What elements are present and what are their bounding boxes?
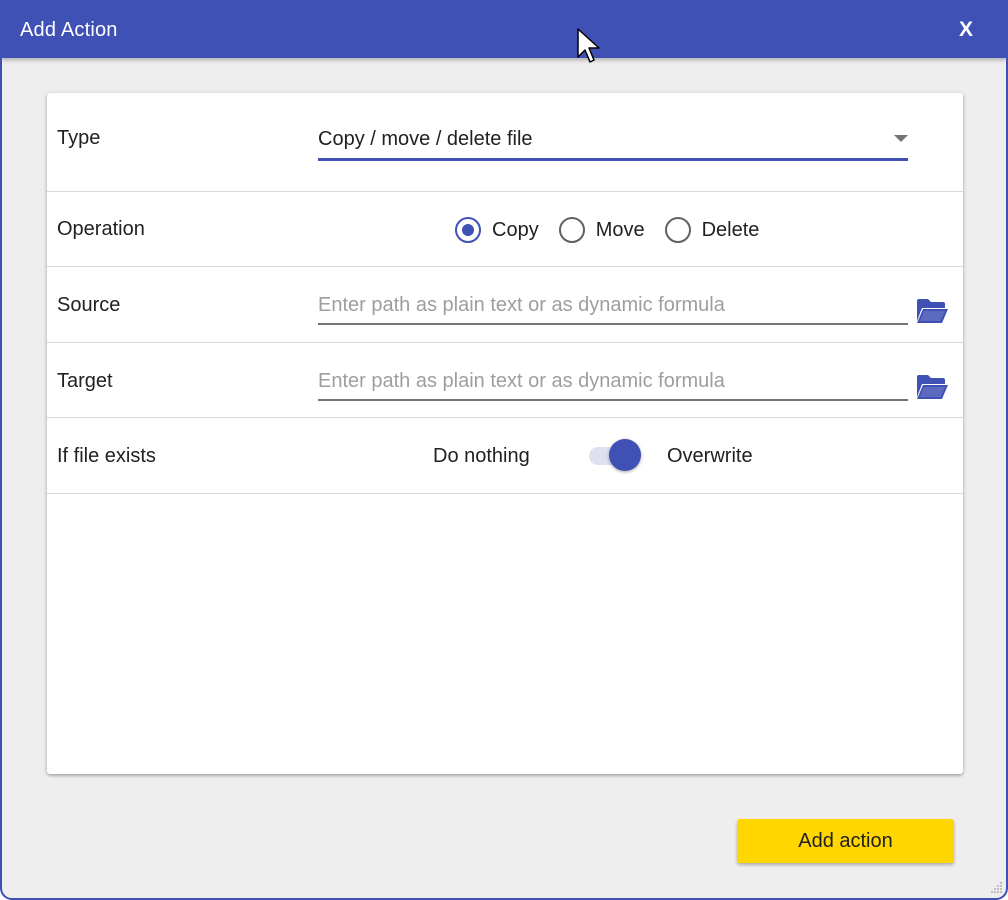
radio-unchecked-icon xyxy=(664,217,691,243)
overwrite-toggle[interactable] xyxy=(587,438,647,472)
add-action-button[interactable]: Add action xyxy=(737,819,954,863)
target-row: Target xyxy=(47,343,963,418)
mouse-pointer-icon xyxy=(577,28,601,66)
folder-open-icon[interactable] xyxy=(915,373,949,401)
operation-row: Operation Copy Move Delete xyxy=(47,192,963,267)
radio-move[interactable]: Move xyxy=(558,217,645,243)
toggle-thumb xyxy=(609,439,641,471)
radio-delete-label: Delete xyxy=(701,218,760,241)
do-nothing-label: Do nothing xyxy=(433,445,530,467)
if-file-exists-label: If file exists xyxy=(57,445,156,467)
overwrite-label: Overwrite xyxy=(667,445,753,467)
source-row: Source xyxy=(47,267,963,343)
type-select-value: Copy / move / delete file xyxy=(318,128,533,150)
radio-checked-icon xyxy=(455,217,481,243)
target-label: Target xyxy=(57,370,113,392)
radio-copy[interactable]: Copy xyxy=(455,217,539,243)
source-path-input[interactable] xyxy=(318,287,908,325)
folder-open-icon[interactable] xyxy=(915,297,949,325)
operation-radio-group: Copy Move Delete xyxy=(455,216,779,244)
resize-grip-icon[interactable] xyxy=(987,879,1003,895)
caret-down-icon xyxy=(894,135,908,142)
add-action-dialog: Add Action X Type Copy / move / delete f… xyxy=(0,0,1008,900)
dialog-titlebar: Add Action X xyxy=(2,2,1006,58)
action-form-card: Type Copy / move / delete file Operation… xyxy=(47,93,963,774)
type-row: Type Copy / move / delete file xyxy=(47,93,963,192)
radio-copy-label: Copy xyxy=(492,218,539,241)
dialog-title: Add Action xyxy=(20,19,118,41)
operation-label: Operation xyxy=(57,218,145,240)
target-path-input[interactable] xyxy=(318,363,908,401)
type-select[interactable]: Copy / move / delete file xyxy=(318,125,908,161)
close-button[interactable]: X xyxy=(954,16,978,44)
type-label: Type xyxy=(57,127,101,149)
source-label: Source xyxy=(57,294,121,316)
if-file-exists-row: If file exists Do nothing Overwrite xyxy=(47,418,963,494)
radio-unchecked-icon xyxy=(558,217,585,243)
radio-delete[interactable]: Delete xyxy=(664,217,760,243)
radio-move-label: Move xyxy=(595,218,645,241)
